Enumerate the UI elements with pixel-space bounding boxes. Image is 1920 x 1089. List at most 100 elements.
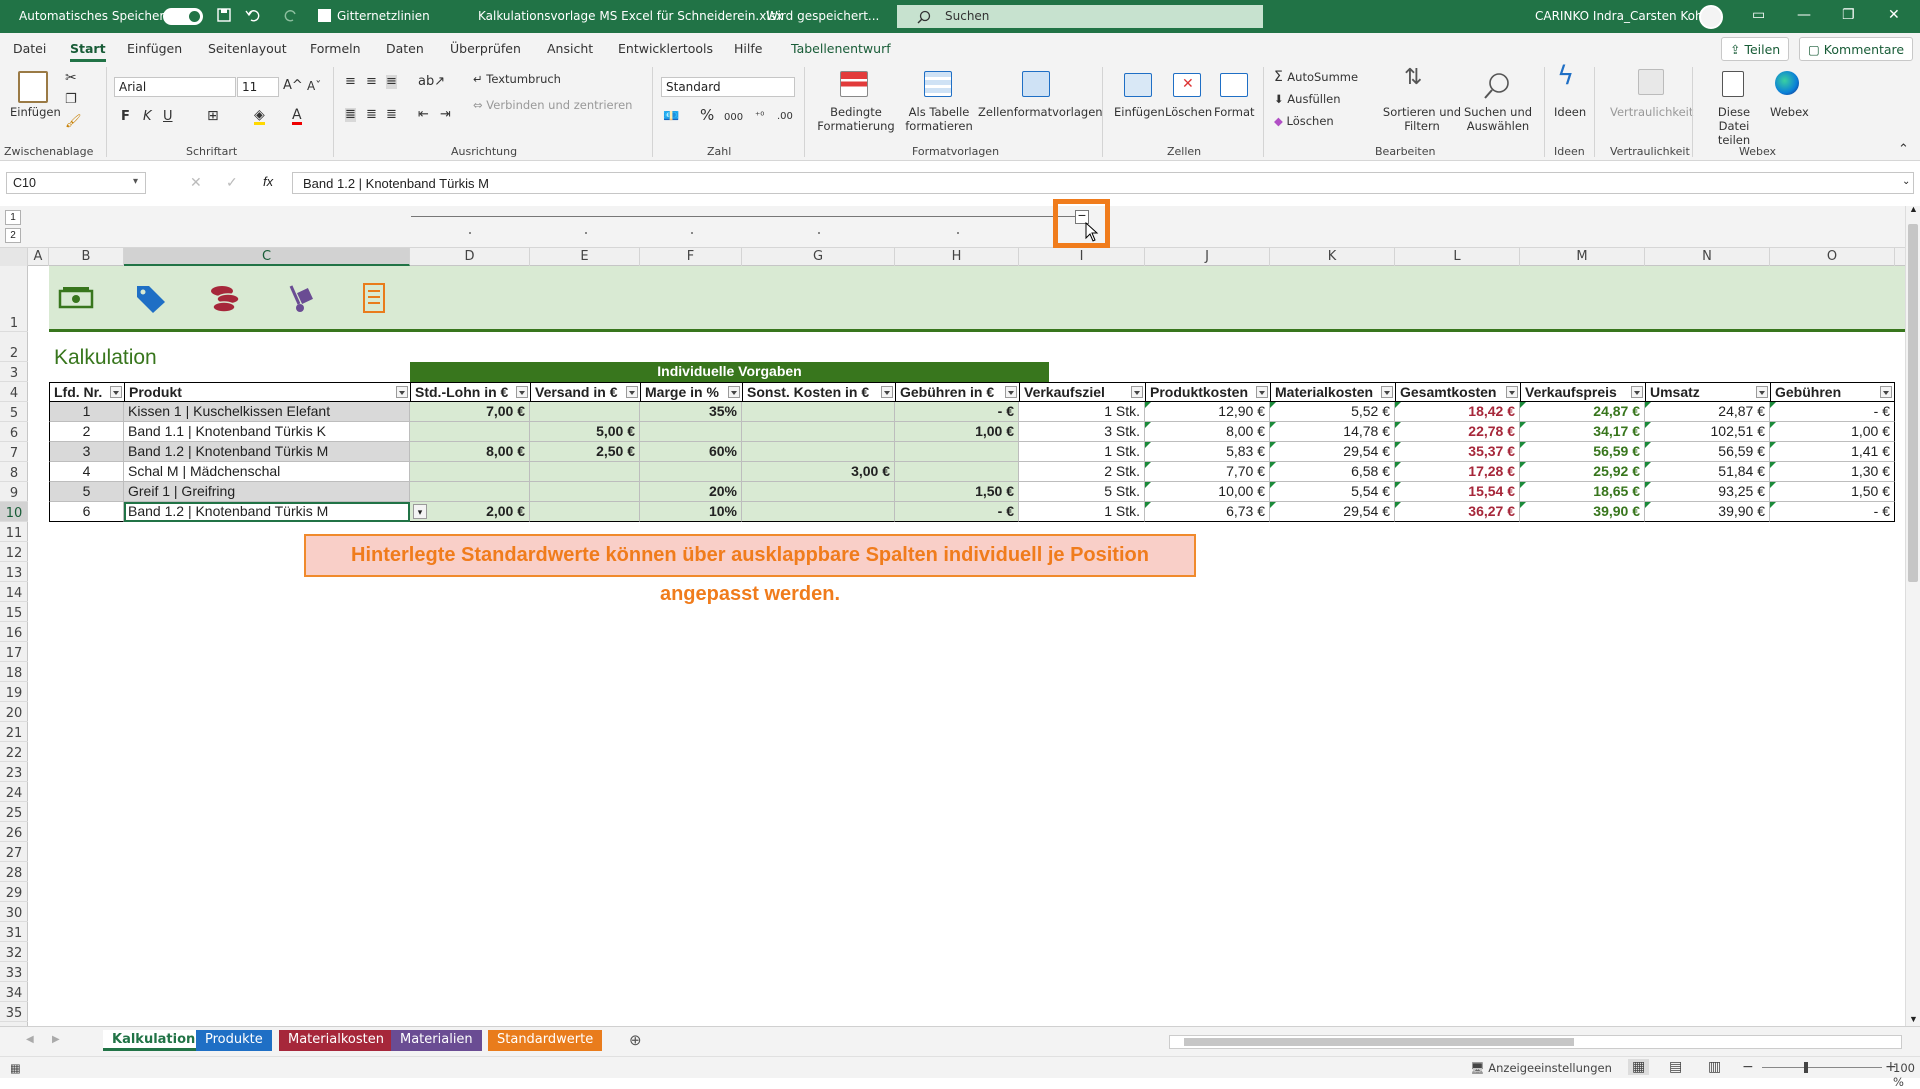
table-cell[interactable]: 1: [49, 402, 124, 422]
table-cell[interactable]: - €: [1770, 402, 1895, 422]
table-cell[interactable]: 1,00 €: [1770, 422, 1895, 442]
fill-color-icon[interactable]: ◈: [254, 108, 265, 125]
checklist-icon[interactable]: [356, 282, 392, 314]
autosum-button[interactable]: Σ AutoSumme: [1274, 70, 1358, 84]
filter-dropdown-icon[interactable]: [1506, 386, 1518, 398]
row-header[interactable]: 28: [0, 862, 28, 882]
menu-seitenlayout[interactable]: Seitenlayout: [208, 41, 287, 56]
format-cells-icon[interactable]: [1220, 73, 1248, 97]
delete-cells-button[interactable]: Löschen: [1165, 105, 1212, 119]
cancel-icon[interactable]: ✕: [190, 174, 202, 191]
align-bottom-icon[interactable]: ≡: [386, 75, 397, 89]
decrease-indent-icon[interactable]: ⇤: [418, 108, 429, 122]
add-sheet-icon[interactable]: ⊕: [629, 1031, 642, 1049]
table-cell[interactable]: 1,50 €: [895, 482, 1019, 502]
table-cell[interactable]: 2,00 €: [410, 502, 530, 522]
table-cell[interactable]: 5,52 €: [1270, 402, 1395, 422]
table-cell[interactable]: 1,50 €: [1770, 482, 1895, 502]
redo-icon[interactable]: [283, 7, 299, 23]
zoom-slider[interactable]: [1762, 1067, 1882, 1068]
table-cell[interactable]: [640, 462, 742, 482]
clear-button[interactable]: ◆ Löschen: [1274, 114, 1334, 128]
table-cell[interactable]: 1,30 €: [1770, 462, 1895, 482]
shrink-font-icon[interactable]: Aˇ: [307, 79, 321, 93]
tab-produkte[interactable]: Produkte: [196, 1030, 272, 1051]
tab-scroll-right-icon[interactable]: ▶: [52, 1034, 60, 1045]
table-cell[interactable]: 35,37 €: [1395, 442, 1520, 462]
share-button[interactable]: ⇪ Teilen: [1721, 37, 1790, 61]
table-header-cell[interactable]: Std.-Lohn in €: [410, 382, 530, 402]
table-header-cell[interactable]: Verkaufspreis: [1520, 382, 1645, 402]
filter-dropdown-icon[interactable]: [1005, 386, 1017, 398]
borders-icon[interactable]: ⊞: [207, 109, 219, 123]
row-header[interactable]: 4: [0, 382, 28, 402]
ribbon-display-icon[interactable]: ▭: [1752, 7, 1765, 23]
cell-styles-icon[interactable]: [1022, 71, 1050, 97]
table-cell[interactable]: 1 Stk.: [1019, 442, 1145, 462]
row-header[interactable]: 24: [0, 782, 28, 802]
ideas-icon[interactable]: ϟ: [1557, 63, 1574, 89]
table-cell[interactable]: 56,59 €: [1520, 442, 1645, 462]
table-header-cell[interactable]: Produkt: [124, 382, 410, 402]
italic-button[interactable]: K: [143, 110, 152, 124]
paste-button[interactable]: Einfügen: [10, 105, 61, 119]
table-cell[interactable]: 8,00 €: [1145, 422, 1270, 442]
table-cell[interactable]: 5 Stk.: [1019, 482, 1145, 502]
find-select-button[interactable]: Suchen und Auswählen: [1460, 105, 1536, 133]
table-cell[interactable]: 8,00 €: [410, 442, 530, 462]
table-cell[interactable]: 4: [49, 462, 124, 482]
row-header[interactable]: 13: [0, 562, 28, 582]
money-icon[interactable]: [58, 282, 94, 314]
accounting-icon[interactable]: 💶: [663, 110, 679, 124]
table-header-cell[interactable]: Umsatz: [1645, 382, 1770, 402]
bold-button[interactable]: F: [121, 110, 130, 124]
table-cell[interactable]: 10%: [640, 502, 742, 522]
table-header-cell[interactable]: Produktkosten: [1145, 382, 1270, 402]
share-file-icon[interactable]: [1722, 71, 1744, 97]
table-cell[interactable]: 56,59 €: [1645, 442, 1770, 462]
row-header[interactable]: 12: [0, 542, 28, 562]
menu-ansicht[interactable]: Ansicht: [547, 41, 593, 56]
number-format-select[interactable]: Standard: [661, 77, 795, 97]
column-header-b[interactable]: B: [49, 248, 124, 266]
table-cell[interactable]: 15,54 €: [1395, 482, 1520, 502]
column-header-m[interactable]: M: [1520, 248, 1645, 266]
table-cell[interactable]: 102,51 €: [1645, 422, 1770, 442]
horizontal-scrollbar[interactable]: [1169, 1035, 1902, 1049]
coins-icon[interactable]: [208, 282, 244, 314]
price-tag-icon[interactable]: [133, 282, 169, 314]
scroll-down-icon[interactable]: ▼: [1909, 1014, 1918, 1024]
table-header-cell[interactable]: Lfd. Nr.: [49, 382, 124, 402]
table-header-cell[interactable]: Gebühren: [1770, 382, 1895, 402]
table-cell[interactable]: [530, 482, 640, 502]
filter-dropdown-icon[interactable]: [1880, 386, 1892, 398]
sort-filter-button[interactable]: Sortieren und Filtern: [1382, 105, 1462, 133]
format-cells-button[interactable]: Format: [1214, 105, 1255, 119]
table-cell[interactable]: [530, 462, 640, 482]
zoom-out-icon[interactable]: −: [1742, 1059, 1754, 1075]
align-center-icon[interactable]: ≣: [366, 108, 377, 122]
menu-daten[interactable]: Daten: [386, 41, 424, 56]
table-cell[interactable]: 1 Stk.: [1019, 502, 1145, 522]
table-cell[interactable]: 5,83 €: [1145, 442, 1270, 462]
column-header-c[interactable]: C: [124, 248, 410, 266]
expand-formula-icon[interactable]: ⌄: [1902, 176, 1910, 187]
font-color-icon[interactable]: A: [292, 108, 302, 125]
row-header[interactable]: 20: [0, 702, 28, 722]
filter-dropdown-icon[interactable]: [728, 386, 740, 398]
table-cell[interactable]: [895, 462, 1019, 482]
find-select-icon[interactable]: [1482, 71, 1512, 101]
row-header[interactable]: 35: [0, 1002, 28, 1022]
table-cell[interactable]: 12,90 €: [1145, 402, 1270, 422]
row-header[interactable]: 21: [0, 722, 28, 742]
conditional-format-button[interactable]: Bedingte Formatierung: [812, 105, 900, 133]
column-header-j[interactable]: J: [1145, 248, 1270, 266]
zoom-slider-thumb[interactable]: [1804, 1062, 1808, 1073]
copy-icon[interactable]: ❐: [65, 93, 77, 107]
menu-hilfe[interactable]: Hilfe: [734, 41, 762, 56]
table-cell[interactable]: 7,00 €: [410, 402, 530, 422]
orientation-icon[interactable]: ab↗: [418, 75, 445, 89]
font-size-select[interactable]: 11: [237, 77, 279, 97]
cell-dropdown-button[interactable]: ▾: [413, 504, 427, 519]
share-file-button[interactable]: Diese Datei teilen: [1703, 105, 1765, 147]
